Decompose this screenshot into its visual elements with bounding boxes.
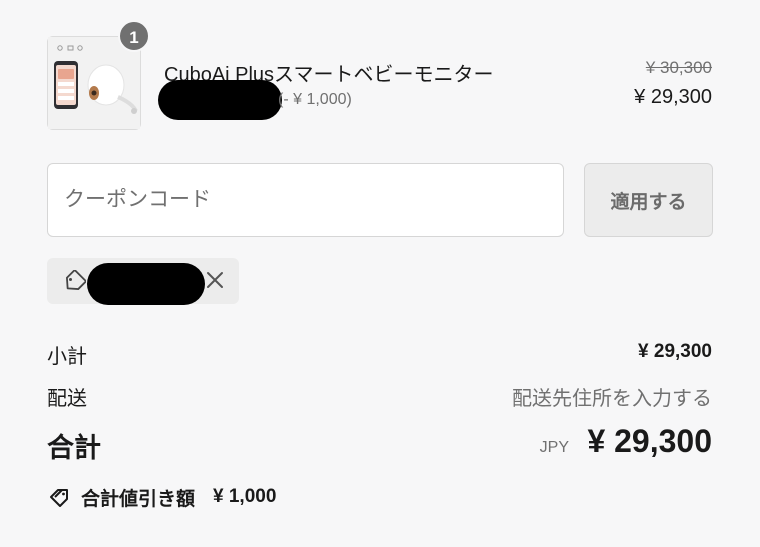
subtotal-label: 小計 [47, 346, 87, 368]
discounted-price: ¥ 29,300 [634, 86, 712, 108]
total-currency: JPY [539, 439, 569, 456]
redacted-variant [158, 80, 282, 120]
shipping-label: 配送 [47, 388, 87, 410]
product-discount-note: (- ¥ 1,000) [278, 91, 352, 108]
savings-value: ¥ 1,000 [213, 486, 277, 507]
total-savings: 合計値引き額 ¥ 1,000 [47, 484, 276, 510]
shipping-value: 配送先住所を入力する [512, 388, 712, 410]
original-price: ¥ 30,300 [645, 58, 712, 77]
quantity-badge: 1 [118, 20, 150, 52]
apply-coupon-button[interactable]: 適用する [584, 163, 713, 237]
coupon-code-input[interactable] [47, 163, 564, 237]
total-label: 合計 [47, 433, 101, 463]
baby-monitor-product-image [48, 37, 140, 129]
close-icon[interactable] [202, 267, 228, 293]
subtotal-value: ¥ 29,300 [638, 341, 712, 362]
tag-icon [66, 270, 86, 290]
redacted-coupon-code [87, 263, 205, 305]
order-summary-panel: 1 CuboAi Plusスマートベビーモニター (- ¥ 1,000) ¥ 3… [0, 0, 760, 547]
savings-label: 合計値引き額 [81, 488, 196, 510]
tags-icon [50, 489, 68, 507]
total-value: ¥ 29,300 [587, 423, 712, 459]
